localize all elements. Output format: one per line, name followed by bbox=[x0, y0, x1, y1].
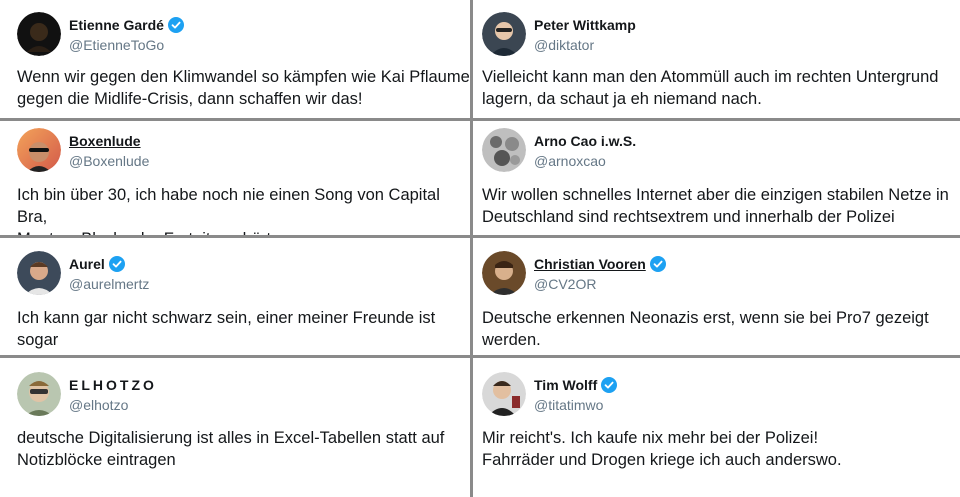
tweet-text: deutsche Digitalisierung ist alles in Ex… bbox=[17, 429, 445, 469]
tweet-grid: Etienne Gardé @EtienneToGo Wenn wir gege… bbox=[0, 0, 960, 497]
avatar[interactable] bbox=[482, 12, 526, 56]
user-handle[interactable]: @aurelmertz bbox=[69, 276, 149, 292]
avatar[interactable] bbox=[482, 251, 526, 295]
verified-badge-icon bbox=[649, 255, 666, 272]
tweet-card[interactable]: Boxenlude @Boxenlude Ich bin über 30, ic… bbox=[0, 118, 473, 235]
tweet-text: Ich kann gar nicht schwarz sein, einer m… bbox=[17, 309, 436, 355]
display-name[interactable]: Peter Wittkamp bbox=[534, 17, 636, 33]
user-handle[interactable]: @titatimwo bbox=[534, 397, 617, 413]
tweet-header: Peter Wittkamp @diktator bbox=[482, 12, 636, 56]
tweet-text: Ich bin über 30, ich habe noch nie einen… bbox=[17, 186, 440, 235]
tweet-card[interactable]: Christian Vooren @CV2OR Deutsche erkenne… bbox=[473, 235, 960, 355]
tweet-text: Wir wollen schnelles Internet aber die e… bbox=[482, 186, 949, 226]
tweet-card[interactable]: Peter Wittkamp @diktator Vielleicht kann… bbox=[473, 0, 960, 118]
avatar[interactable] bbox=[17, 251, 61, 295]
tweet-header: Etienne Gardé @EtienneToGo bbox=[17, 12, 184, 56]
tweet-header: Arno Cao i.w.S. @arnoxcao bbox=[482, 128, 636, 172]
tweet-header: Christian Vooren @CV2OR bbox=[482, 251, 666, 295]
avatar[interactable] bbox=[482, 372, 526, 416]
user-handle[interactable]: @EtienneToGo bbox=[69, 37, 184, 53]
avatar[interactable] bbox=[482, 128, 526, 172]
user-handle[interactable]: @diktator bbox=[534, 37, 636, 53]
display-name[interactable]: Tim Wolff bbox=[534, 377, 597, 393]
tweet-text: Deutsche erkennen Neonazis erst, wenn si… bbox=[482, 309, 929, 349]
tweet-card[interactable]: ELHOTZO @elhotzo deutsche Digitalisierun… bbox=[0, 355, 473, 497]
user-handle[interactable]: @elhotzo bbox=[69, 397, 157, 413]
verified-badge-icon bbox=[167, 16, 184, 33]
tweet-header: Aurel @aurelmertz bbox=[17, 251, 149, 295]
tweet-card[interactable]: Tim Wolff @titatimwo Mir reicht's. Ich k… bbox=[473, 355, 960, 497]
user-handle[interactable]: @Boxenlude bbox=[69, 153, 149, 169]
display-name[interactable]: Arno Cao i.w.S. bbox=[534, 133, 636, 149]
display-name[interactable]: Boxenlude bbox=[69, 133, 141, 149]
user-handle[interactable]: @CV2OR bbox=[534, 276, 666, 292]
tweet-header: ELHOTZO @elhotzo bbox=[17, 372, 157, 416]
tweet-text: Wenn wir gegen den Klimwandel so kämpfen… bbox=[17, 68, 470, 108]
avatar[interactable] bbox=[17, 128, 61, 172]
display-name[interactable]: Christian Vooren bbox=[534, 256, 646, 272]
verified-badge-icon bbox=[601, 376, 618, 393]
verified-badge-icon bbox=[108, 255, 125, 272]
tweet-card[interactable]: Arno Cao i.w.S. @arnoxcao Wir wollen sch… bbox=[473, 118, 960, 235]
tweet-header: Boxenlude @Boxenlude bbox=[17, 128, 149, 172]
tweet-card[interactable]: Aurel @aurelmertz Ich kann gar nicht sch… bbox=[0, 235, 473, 355]
tweet-header: Tim Wolff @titatimwo bbox=[482, 372, 618, 416]
avatar[interactable] bbox=[17, 12, 61, 56]
user-handle[interactable]: @arnoxcao bbox=[534, 153, 636, 169]
tweet-text: Mir reicht's. Ich kaufe nix mehr bei der… bbox=[482, 429, 842, 469]
display-name[interactable]: Aurel bbox=[69, 256, 105, 272]
avatar[interactable] bbox=[17, 372, 61, 416]
display-name[interactable]: Etienne Gardé bbox=[69, 17, 164, 33]
tweet-text: Vielleicht kann man den Atommüll auch im… bbox=[482, 68, 939, 108]
tweet-card[interactable]: Etienne Gardé @EtienneToGo Wenn wir gege… bbox=[0, 0, 473, 118]
display-name[interactable]: ELHOTZO bbox=[69, 377, 157, 393]
